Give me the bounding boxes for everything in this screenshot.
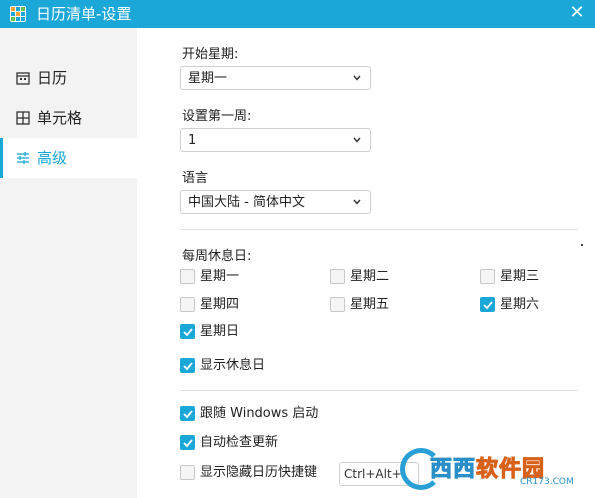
- checkbox-box: [180, 435, 195, 450]
- checkbox-box: [480, 269, 495, 284]
- calendar-icon: [16, 72, 30, 85]
- first-week-select[interactable]: 1: [180, 128, 371, 152]
- checkbox-box: [330, 269, 345, 284]
- sidebar: 日历 单元格 高级: [0, 28, 137, 498]
- first-week-label: 设置第一周:: [182, 109, 252, 124]
- checkbox-label: 星期三: [500, 269, 540, 284]
- close-icon[interactable]: ✕: [567, 3, 587, 23]
- checkbox-box: [330, 297, 345, 312]
- sidebar-item-label: 单元格: [37, 109, 83, 127]
- sliders-icon: [17, 152, 29, 164]
- checkbox-label: 显示隐藏日历快捷键: [200, 465, 318, 480]
- window-title: 日历清单-设置: [36, 5, 132, 23]
- check-icon: [183, 328, 193, 337]
- divider: [180, 229, 578, 230]
- language-select[interactable]: 中国大陆 - 简体中文: [180, 190, 371, 214]
- sidebar-item-calendar[interactable]: 日历: [0, 58, 137, 98]
- checkbox-label: 星期一: [200, 269, 240, 284]
- watermark-subtext: CR173.COM: [520, 477, 574, 487]
- check-icon: [483, 301, 493, 310]
- hotkey-value: Ctrl+Alt+: [344, 467, 402, 481]
- checkbox-box: [180, 297, 195, 312]
- language-label: 语言: [182, 171, 209, 186]
- checkbox-box: [180, 269, 195, 284]
- check-icon: [183, 362, 193, 371]
- title-bar: 日历清单-设置 ✕: [0, 0, 595, 28]
- sidebar-item-label: 高级: [37, 149, 68, 167]
- chevron-down-icon: [353, 137, 361, 143]
- app-logo-icon: [10, 6, 26, 22]
- check-icon: [183, 410, 193, 419]
- check-icon: [183, 439, 193, 448]
- chevron-down-icon: [353, 199, 361, 205]
- divider: [180, 390, 578, 391]
- checkbox-label: 星期四: [200, 297, 240, 312]
- checkbox-label: 跟随 Windows 启动: [200, 406, 319, 421]
- checkbox-label: 星期六: [500, 297, 540, 312]
- sidebar-item-label: 日历: [37, 69, 68, 87]
- checkbox-box: [480, 297, 495, 312]
- select-value: 星期一: [188, 71, 228, 86]
- rest-days-label: 每周休息日:: [182, 249, 252, 264]
- grid-icon: [16, 111, 30, 125]
- week-start-select[interactable]: 星期一: [180, 66, 371, 90]
- sidebar-item-cell[interactable]: 单元格: [0, 98, 137, 138]
- select-value: 中国大陆 - 简体中文: [188, 195, 305, 210]
- checkbox-box: [180, 406, 195, 421]
- week-start-label: 开始星期:: [182, 47, 239, 62]
- dot: [581, 244, 583, 246]
- checkbox-label: 自动检查更新: [200, 435, 279, 450]
- checkbox-label: 星期日: [200, 324, 240, 339]
- checkbox-label: 星期二: [350, 269, 390, 284]
- checkbox-label: 星期五: [350, 297, 390, 312]
- select-value: 1: [188, 133, 197, 148]
- checkbox-box: [180, 465, 195, 480]
- watermark-logo: 西西软件园 CR173.COM: [400, 446, 590, 492]
- chevron-down-icon: [353, 75, 361, 81]
- checkbox-box: [180, 358, 195, 373]
- checkbox-box: [180, 324, 195, 339]
- sidebar-item-advanced[interactable]: 高级: [0, 138, 137, 178]
- checkbox-label: 显示休息日: [200, 358, 266, 373]
